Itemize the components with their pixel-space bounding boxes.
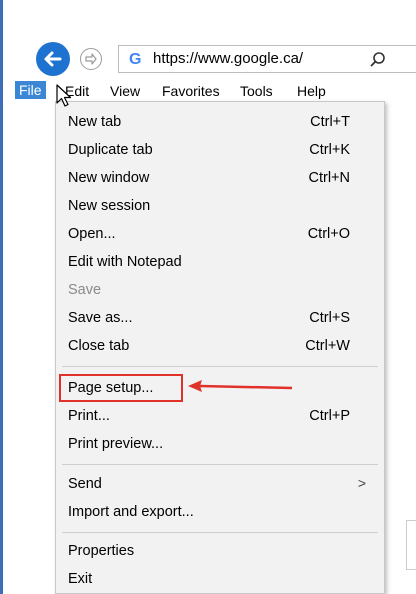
menu-item-exit[interactable]: Exit xyxy=(56,565,384,593)
menu-file[interactable]: File xyxy=(15,81,46,99)
menu-item-label: New session xyxy=(68,198,151,214)
back-button[interactable] xyxy=(36,42,70,76)
forward-arrow-icon xyxy=(85,53,97,65)
menu-item-send[interactable]: Send > xyxy=(56,470,384,498)
menu-item-shortcut: Ctrl+K xyxy=(309,142,350,158)
menu-tools[interactable]: Tools xyxy=(240,83,273,99)
menu-item-import-and-export[interactable]: Import and export... xyxy=(56,498,384,526)
menu-item-shortcut: Ctrl+O xyxy=(307,226,350,242)
menu-item-duplicate-tab[interactable]: Duplicate tab Ctrl+K xyxy=(56,136,384,164)
back-arrow-icon xyxy=(44,51,62,67)
menu-item-label: Print preview... xyxy=(68,436,164,452)
annotation-arrow-icon xyxy=(188,380,293,392)
address-bar[interactable]: G https://www.google.ca/ xyxy=(118,45,416,73)
page-content-edge xyxy=(406,520,416,570)
menu-item-save: Save xyxy=(56,276,384,304)
menu-item-new-tab[interactable]: New tab Ctrl+T xyxy=(56,108,384,136)
menu-item-open[interactable]: Open... Ctrl+O xyxy=(56,220,384,248)
menu-item-label: Print... xyxy=(68,408,110,424)
menu-help[interactable]: Help xyxy=(297,83,326,99)
menu-item-properties[interactable]: Properties xyxy=(56,537,384,565)
menu-item-shortcut: Ctrl+W xyxy=(305,338,350,354)
menu-item-new-session[interactable]: New session xyxy=(56,192,384,220)
file-menu-dropdown: New tab Ctrl+T Duplicate tab Ctrl+K New … xyxy=(55,101,385,594)
menu-item-save-as[interactable]: Save as... Ctrl+S xyxy=(56,304,384,332)
menu-item-print[interactable]: Print... Ctrl+P xyxy=(56,402,384,430)
google-g-icon: G xyxy=(129,51,142,68)
menu-item-new-window[interactable]: New window Ctrl+N xyxy=(56,164,384,192)
search-icon[interactable] xyxy=(369,51,387,69)
menu-item-label: Send xyxy=(68,476,102,492)
menu-favorites[interactable]: Favorites xyxy=(162,83,220,99)
menu-item-label: Import and export... xyxy=(68,504,194,520)
menu-item-shortcut: Ctrl+P xyxy=(309,408,350,424)
menu-item-shortcut: Ctrl+S xyxy=(309,310,350,326)
menu-item-label: Save xyxy=(68,282,102,298)
menu-item-close-tab[interactable]: Close tab Ctrl+W xyxy=(56,332,384,360)
menu-item-shortcut: Ctrl+T xyxy=(310,114,350,130)
menu-separator xyxy=(62,464,378,465)
menu-item-shortcut: Ctrl+N xyxy=(308,170,351,186)
menu-item-label: Exit xyxy=(68,571,93,587)
menu-separator xyxy=(62,366,378,367)
address-url[interactable]: https://www.google.ca/ xyxy=(153,50,303,67)
menu-item-label: New tab xyxy=(68,114,122,130)
menu-item-print-preview[interactable]: Print preview... xyxy=(56,430,384,458)
menu-item-label: Open... xyxy=(68,226,116,242)
chevron-right-icon: > xyxy=(357,475,366,491)
mouse-pointer-icon xyxy=(56,84,72,107)
forward-button[interactable] xyxy=(80,48,102,70)
menu-item-label: Save as... xyxy=(68,310,133,326)
menu-item-label: New window xyxy=(68,170,150,186)
annotation-highlight-box xyxy=(59,374,183,402)
menu-view[interactable]: View xyxy=(110,83,140,99)
menu-item-label: Duplicate tab xyxy=(68,142,153,158)
menu-item-edit-with-notepad[interactable]: Edit with Notepad xyxy=(56,248,384,276)
menu-item-label: Properties xyxy=(68,543,135,559)
menu-separator xyxy=(62,532,378,533)
menu-item-label: Edit with Notepad xyxy=(68,254,182,270)
menu-item-label: Close tab xyxy=(68,338,130,354)
